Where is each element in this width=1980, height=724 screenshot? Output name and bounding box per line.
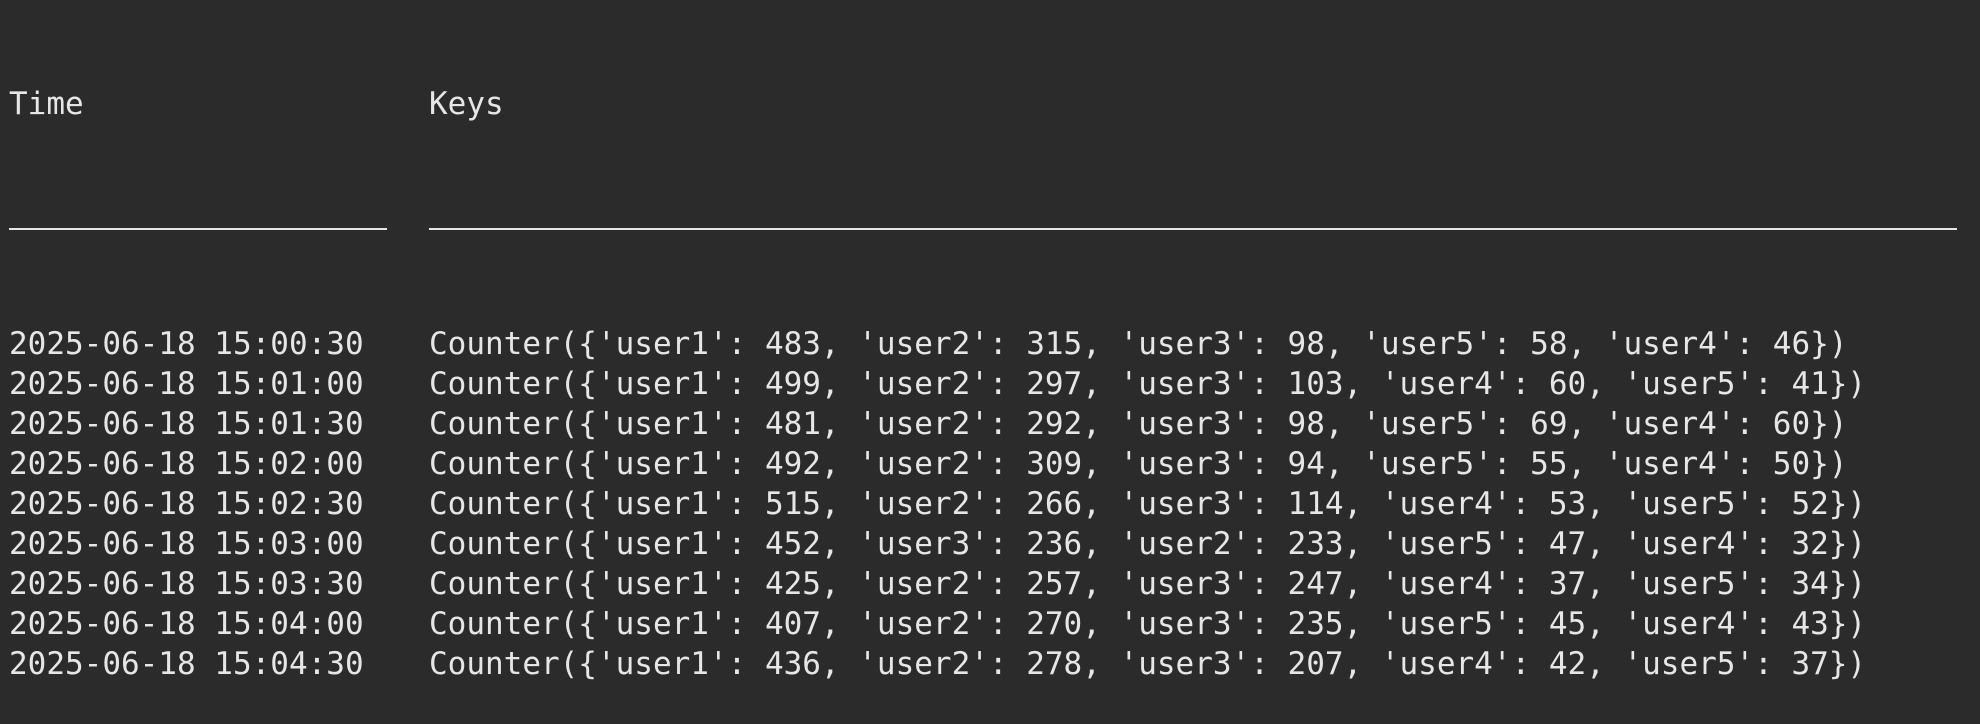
table-row: 2025-06-18 15:01:00 Counter({'user1': 499…	[9, 364, 1971, 404]
row-time: 2025-06-18 15:03:00	[9, 526, 364, 562]
row-time: 2025-06-18 15:02:30	[9, 486, 364, 522]
column-header-keys: Keys	[429, 86, 504, 122]
row-time: 2025-06-18 15:01:00	[9, 366, 364, 402]
row-keys: Counter({'user1': 499, 'user2': 297, 'us…	[429, 366, 1867, 402]
header-separator-row	[9, 204, 1971, 244]
table-row: 2025-06-18 15:00:30 Counter({'user1': 483…	[9, 324, 1971, 364]
row-keys: Counter({'user1': 407, 'user2': 270, 'us…	[429, 606, 1867, 642]
row-time: 2025-06-18 15:02:00	[9, 446, 364, 482]
table-row: 2025-06-18 15:03:00 Counter({'user1': 452…	[9, 524, 1971, 564]
row-keys: Counter({'user1': 452, 'user3': 236, 'us…	[429, 526, 1867, 562]
table-row: 2025-06-18 15:04:00 Counter({'user1': 407…	[9, 604, 1971, 644]
table-row: 2025-06-18 15:02:00 Counter({'user1': 492…	[9, 444, 1971, 484]
table-row: 2025-06-18 15:04:30 Counter({'user1': 436…	[9, 644, 1971, 684]
row-time: 2025-06-18 15:00:30	[9, 326, 364, 362]
row-keys: Counter({'user1': 425, 'user2': 257, 'us…	[429, 566, 1867, 602]
table-row: 2025-06-18 15:02:30 Counter({'user1': 515…	[9, 484, 1971, 524]
terminal-output[interactable]: Time Keys 2025-06-18 15:00:30 Counter({'u…	[9, 4, 1971, 682]
row-keys: Counter({'user1': 515, 'user2': 266, 'us…	[429, 486, 1867, 522]
row-keys: Counter({'user1': 481, 'user2': 292, 'us…	[429, 406, 1848, 442]
row-time: 2025-06-18 15:04:30	[9, 646, 364, 682]
keys-column-rule	[429, 204, 1957, 244]
row-keys: Counter({'user1': 436, 'user2': 278, 'us…	[429, 646, 1867, 682]
row-time: 2025-06-18 15:04:00	[9, 606, 364, 642]
table-row: 2025-06-18 15:01:30 Counter({'user1': 481…	[9, 404, 1971, 444]
row-keys: Counter({'user1': 483, 'user2': 315, 'us…	[429, 326, 1848, 362]
row-keys: Counter({'user1': 492, 'user2': 309, 'us…	[429, 446, 1848, 482]
time-column-rule	[9, 204, 387, 244]
table-row: 2025-06-18 15:03:30 Counter({'user1': 425…	[9, 564, 1971, 604]
table-header-row: Time Keys	[9, 84, 1971, 124]
row-time: 2025-06-18 15:03:30	[9, 566, 364, 602]
table-body: 2025-06-18 15:00:30 Counter({'user1': 483…	[9, 324, 1971, 684]
row-time: 2025-06-18 15:01:30	[9, 406, 364, 442]
column-header-time: Time	[9, 86, 84, 122]
